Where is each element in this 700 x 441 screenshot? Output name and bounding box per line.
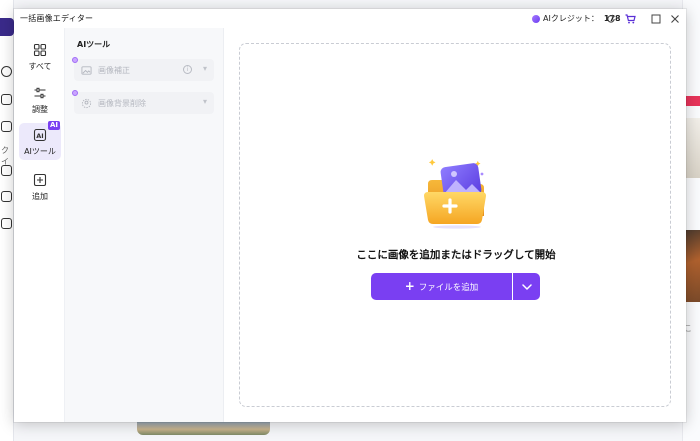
nav-label-adjust: 調整 (32, 105, 48, 114)
briefcase-icon[interactable] (1, 94, 12, 105)
ai-chip-icon: AI (33, 128, 47, 142)
grid-icon (33, 43, 47, 57)
batch-image-editor-window: 一括画像エディター AIクレジット： 178 すべて 調整 AI AI AIツー… (14, 9, 686, 422)
window-title: 一括画像エディター (20, 14, 94, 23)
background-remove-icon (81, 98, 92, 108)
add-file-button-label: ファイルを追加 (418, 282, 479, 293)
chevron-down-icon (521, 283, 532, 290)
plus-icon: + (404, 279, 415, 293)
nav-item-add[interactable]: 追加 (19, 168, 61, 205)
add-file-button[interactable]: + ファイルを追加 (371, 273, 512, 300)
tool-label-image-enhance: 画像補正 (98, 65, 130, 75)
title-bar: 一括画像エディター AIクレジット： 178 (14, 9, 686, 28)
main-area: ここに画像を追加またはドラッグして開始 + ファイルを追加 (224, 28, 686, 422)
credits-label: AIクレジット： (543, 14, 599, 23)
folder-image-illustration-icon (424, 159, 486, 229)
tool-background-remove[interactable]: 画像背景削除 ▾ (72, 90, 214, 114)
tools-panel-title: AIツール (77, 40, 111, 49)
info-icon[interactable]: i (183, 65, 192, 74)
monitor-icon[interactable] (1, 218, 12, 229)
svg-text:AI: AI (36, 132, 43, 140)
close-icon[interactable] (668, 12, 681, 25)
new-indicator-dot (72, 90, 78, 96)
nav-label-all: すべて (28, 62, 52, 71)
cart-icon[interactable] (624, 12, 637, 25)
ai-badge: AI (47, 121, 60, 130)
home-icon[interactable] (1, 66, 12, 77)
tool-image-enhance[interactable]: 画像補正 i ▾ (72, 57, 214, 81)
apps-icon[interactable] (1, 165, 12, 176)
chevron-down-icon[interactable]: ▾ (203, 64, 207, 73)
image-enhance-icon (81, 65, 92, 75)
image-icon[interactable] (1, 191, 12, 202)
nav-item-ai-tools[interactable]: AI AI AIツール (19, 121, 61, 160)
chevron-down-icon[interactable]: ▾ (203, 97, 207, 106)
nav-item-all[interactable]: すべて (19, 38, 61, 75)
refresh-icon[interactable] (604, 12, 617, 25)
sliders-icon (34, 87, 46, 99)
background-thumbnail[interactable] (137, 421, 270, 435)
new-indicator-dot (72, 57, 78, 63)
maximize-icon[interactable] (649, 12, 662, 25)
left-nav: すべて 調整 AI AI AIツール 追加 (14, 28, 65, 422)
app-logo-icon (0, 18, 14, 36)
add-file-dropdown-button[interactable] (513, 273, 540, 300)
add-square-icon (33, 173, 47, 187)
document-icon[interactable] (1, 121, 12, 132)
drop-zone[interactable]: ここに画像を追加またはドラッグして開始 + ファイルを追加 (239, 43, 671, 407)
ai-tools-panel: AIツール 画像補正 i ▾ 画像背景削除 ▾ (65, 28, 224, 422)
nav-item-adjust[interactable]: 調整 (19, 81, 61, 118)
background-sidebar: クイ (0, 0, 14, 441)
drop-instruction-text: ここに画像を追加またはドラッグして開始 (356, 249, 556, 261)
credit-coin-icon (532, 14, 540, 23)
nav-label-ai-tools: AIツール (24, 147, 56, 156)
tool-label-background-remove: 画像背景削除 (98, 98, 146, 108)
background-rail-label: クイ (1, 146, 9, 166)
nav-label-add: 追加 (32, 192, 48, 201)
